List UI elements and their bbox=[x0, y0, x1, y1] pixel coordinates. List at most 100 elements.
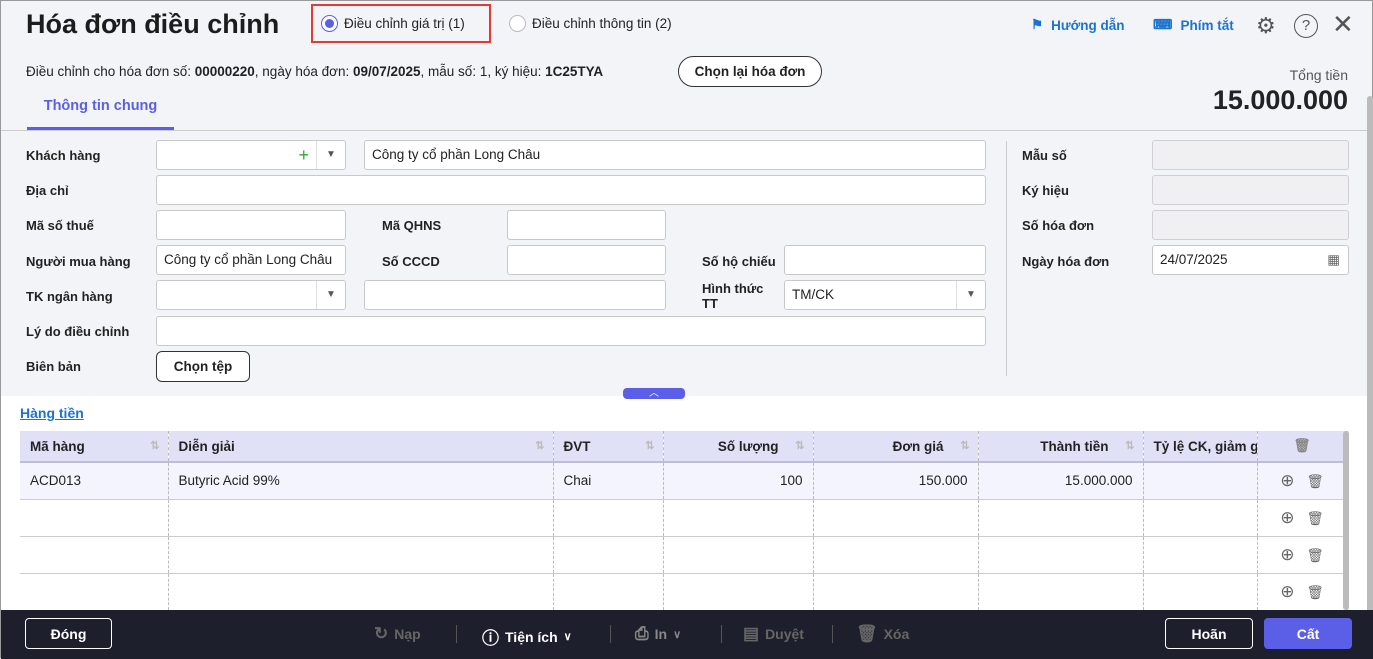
cell-quantity[interactable] bbox=[663, 536, 814, 574]
col-unit[interactable]: ĐVT ⇅ bbox=[553, 431, 664, 463]
sort-icon[interactable]: ⇅ bbox=[960, 439, 969, 452]
cell-description[interactable] bbox=[168, 573, 554, 611]
bank-account-select[interactable]: ▼ bbox=[156, 280, 346, 310]
cell-quantity[interactable] bbox=[663, 573, 814, 611]
close-button[interactable]: Đóng bbox=[25, 618, 112, 649]
cell-item-code[interactable] bbox=[20, 573, 169, 611]
delete-all-icon[interactable]: 🗑 bbox=[1257, 431, 1348, 463]
cell-item-code[interactable] bbox=[20, 499, 169, 537]
delete-row-icon[interactable]: 🗑 bbox=[1307, 548, 1324, 563]
cell-amount[interactable]: 15.000.000 bbox=[978, 462, 1144, 500]
cell-amount[interactable] bbox=[978, 499, 1144, 537]
table-row[interactable]: ⊕ 🗑 bbox=[20, 573, 1348, 611]
page-scrollbar[interactable] bbox=[1367, 96, 1373, 616]
cell-amount[interactable] bbox=[978, 536, 1144, 574]
col-discount[interactable]: Tỷ lệ CK, giảm giá bbox=[1143, 431, 1258, 463]
approve-button[interactable]: ▤ Duyệt bbox=[743, 624, 804, 644]
collapse-toggle[interactable]: ︿ bbox=[623, 388, 685, 399]
chevron-down-icon[interactable]: ▼ bbox=[316, 141, 345, 169]
save-button[interactable]: Cất bbox=[1264, 618, 1352, 649]
cell-unit[interactable] bbox=[553, 536, 664, 574]
delete-button[interactable]: 🗑 Xóa bbox=[856, 624, 909, 644]
cell-unit-price[interactable] bbox=[813, 573, 979, 611]
cell-item-code[interactable]: ACD013 bbox=[20, 462, 169, 500]
close-icon[interactable]: ✕ bbox=[1332, 9, 1354, 40]
cell-description[interactable] bbox=[168, 536, 554, 574]
cell-unit[interactable] bbox=[553, 499, 664, 537]
sort-icon[interactable]: ⇅ bbox=[795, 439, 804, 452]
ref-date: 09/07/2025 bbox=[352, 64, 421, 79]
reload-button[interactable]: ↻ Nạp bbox=[374, 624, 421, 644]
table-row[interactable]: ⊕ 🗑 bbox=[20, 499, 1348, 537]
choose-file-button[interactable]: Chọn tệp bbox=[156, 351, 250, 382]
cell-description[interactable] bbox=[168, 499, 554, 537]
add-row-icon[interactable]: ⊕ bbox=[1280, 582, 1294, 601]
cell-unit[interactable] bbox=[553, 573, 664, 611]
address-input[interactable] bbox=[156, 175, 986, 205]
add-row-icon[interactable]: ⊕ bbox=[1280, 545, 1294, 564]
cell-unit-price[interactable] bbox=[813, 499, 979, 537]
col-unit-price[interactable]: Đơn giá ⇅ bbox=[813, 431, 979, 463]
plus-icon[interactable]: + bbox=[298, 141, 309, 169]
bank-name-input[interactable] bbox=[364, 280, 666, 310]
cell-unit[interactable]: Chai bbox=[553, 462, 664, 500]
col-quantity[interactable]: Số lượng ⇅ bbox=[663, 431, 814, 463]
cell-discount[interactable] bbox=[1143, 573, 1258, 611]
radio-adjust-value[interactable]: Điều chỉnh giá trị (1) bbox=[321, 15, 465, 32]
qhns-input[interactable] bbox=[507, 210, 666, 240]
payment-method-select[interactable]: TM/CK ▼ bbox=[784, 280, 986, 310]
tax-code-input[interactable] bbox=[156, 210, 346, 240]
cell-item-code[interactable] bbox=[20, 536, 169, 574]
shortcuts-link[interactable]: ⌨ Phím tắt bbox=[1153, 17, 1234, 33]
cell-discount[interactable] bbox=[1143, 499, 1258, 537]
cell-unit-price[interactable] bbox=[813, 536, 979, 574]
col-description[interactable]: Diễn giải ⇅ bbox=[168, 431, 554, 463]
shortcuts-label: Phím tắt bbox=[1180, 17, 1234, 33]
customer-code-combo[interactable]: + ▼ bbox=[156, 140, 346, 170]
sort-icon[interactable]: ⇅ bbox=[645, 439, 654, 452]
goods-section-link[interactable]: Hàng tiền bbox=[20, 405, 84, 421]
delete-row-icon[interactable]: 🗑 bbox=[1307, 585, 1324, 600]
help-icon[interactable]: ? bbox=[1294, 14, 1318, 38]
divider bbox=[1, 130, 1373, 131]
reason-input[interactable] bbox=[156, 316, 986, 346]
document-icon: ▤ bbox=[743, 624, 760, 643]
cell-description[interactable]: Butyric Acid 99% bbox=[168, 462, 554, 500]
utilities-button[interactable]: ⓘ Tiện ích ∨ bbox=[482, 624, 572, 649]
passport-input[interactable] bbox=[784, 245, 986, 275]
sort-icon[interactable]: ⇅ bbox=[150, 439, 159, 452]
table-row[interactable]: ⊕ 🗑 bbox=[20, 536, 1348, 574]
chevron-down-icon[interactable]: ▼ bbox=[956, 281, 985, 309]
sort-icon[interactable]: ⇅ bbox=[1125, 439, 1134, 452]
buyer-input[interactable]: Công ty cổ phần Long Châu bbox=[156, 245, 346, 275]
cell-discount[interactable] bbox=[1143, 462, 1258, 500]
tab-general-info[interactable]: Thông tin chung bbox=[27, 98, 174, 114]
delete-row-icon[interactable]: 🗑 bbox=[1307, 511, 1324, 526]
invoice-date-input[interactable]: 24/07/2025 ▦ bbox=[1152, 245, 1349, 275]
col-label: Diễn giải bbox=[178, 438, 235, 454]
add-row-icon[interactable]: ⊕ bbox=[1280, 508, 1294, 527]
table-row[interactable]: ACD013 Butyric Acid 99% Chai 100 150.000 15.0… bbox=[20, 462, 1348, 500]
add-row-icon[interactable]: ⊕ bbox=[1280, 471, 1294, 490]
cell-quantity[interactable]: 100 bbox=[663, 462, 814, 500]
col-item-code[interactable]: Mã hàng ⇅ bbox=[20, 431, 169, 463]
calendar-icon[interactable]: ▦ bbox=[1327, 246, 1340, 274]
cell-unit-price[interactable]: 150.000 bbox=[813, 462, 979, 500]
gear-icon[interactable]: ⚙ bbox=[1256, 13, 1276, 39]
cell-quantity[interactable] bbox=[663, 499, 814, 537]
print-button[interactable]: ⎙ In ∨ bbox=[635, 624, 681, 644]
cell-amount[interactable] bbox=[978, 573, 1144, 611]
grid-scrollbar[interactable] bbox=[1343, 431, 1349, 610]
chevron-down-icon[interactable]: ▼ bbox=[316, 281, 345, 309]
postpone-button[interactable]: Hoãn bbox=[1165, 618, 1253, 649]
cccd-input[interactable] bbox=[507, 245, 666, 275]
reason-label: Lý do điều chỉnh bbox=[26, 324, 130, 339]
customer-name-input[interactable]: Công ty cổ phần Long Châu bbox=[364, 140, 986, 170]
reselect-invoice-button[interactable]: Chọn lại hóa đơn bbox=[678, 56, 822, 87]
delete-row-icon[interactable]: 🗑 bbox=[1307, 474, 1324, 489]
col-amount[interactable]: Thành tiền ⇅ bbox=[978, 431, 1144, 463]
sort-icon[interactable]: ⇅ bbox=[535, 439, 544, 452]
guide-link[interactable]: ⚑ Hướng dẫn bbox=[1031, 17, 1124, 33]
cell-discount[interactable] bbox=[1143, 536, 1258, 574]
radio-adjust-info[interactable]: Điều chỉnh thông tin (2) bbox=[509, 15, 672, 32]
